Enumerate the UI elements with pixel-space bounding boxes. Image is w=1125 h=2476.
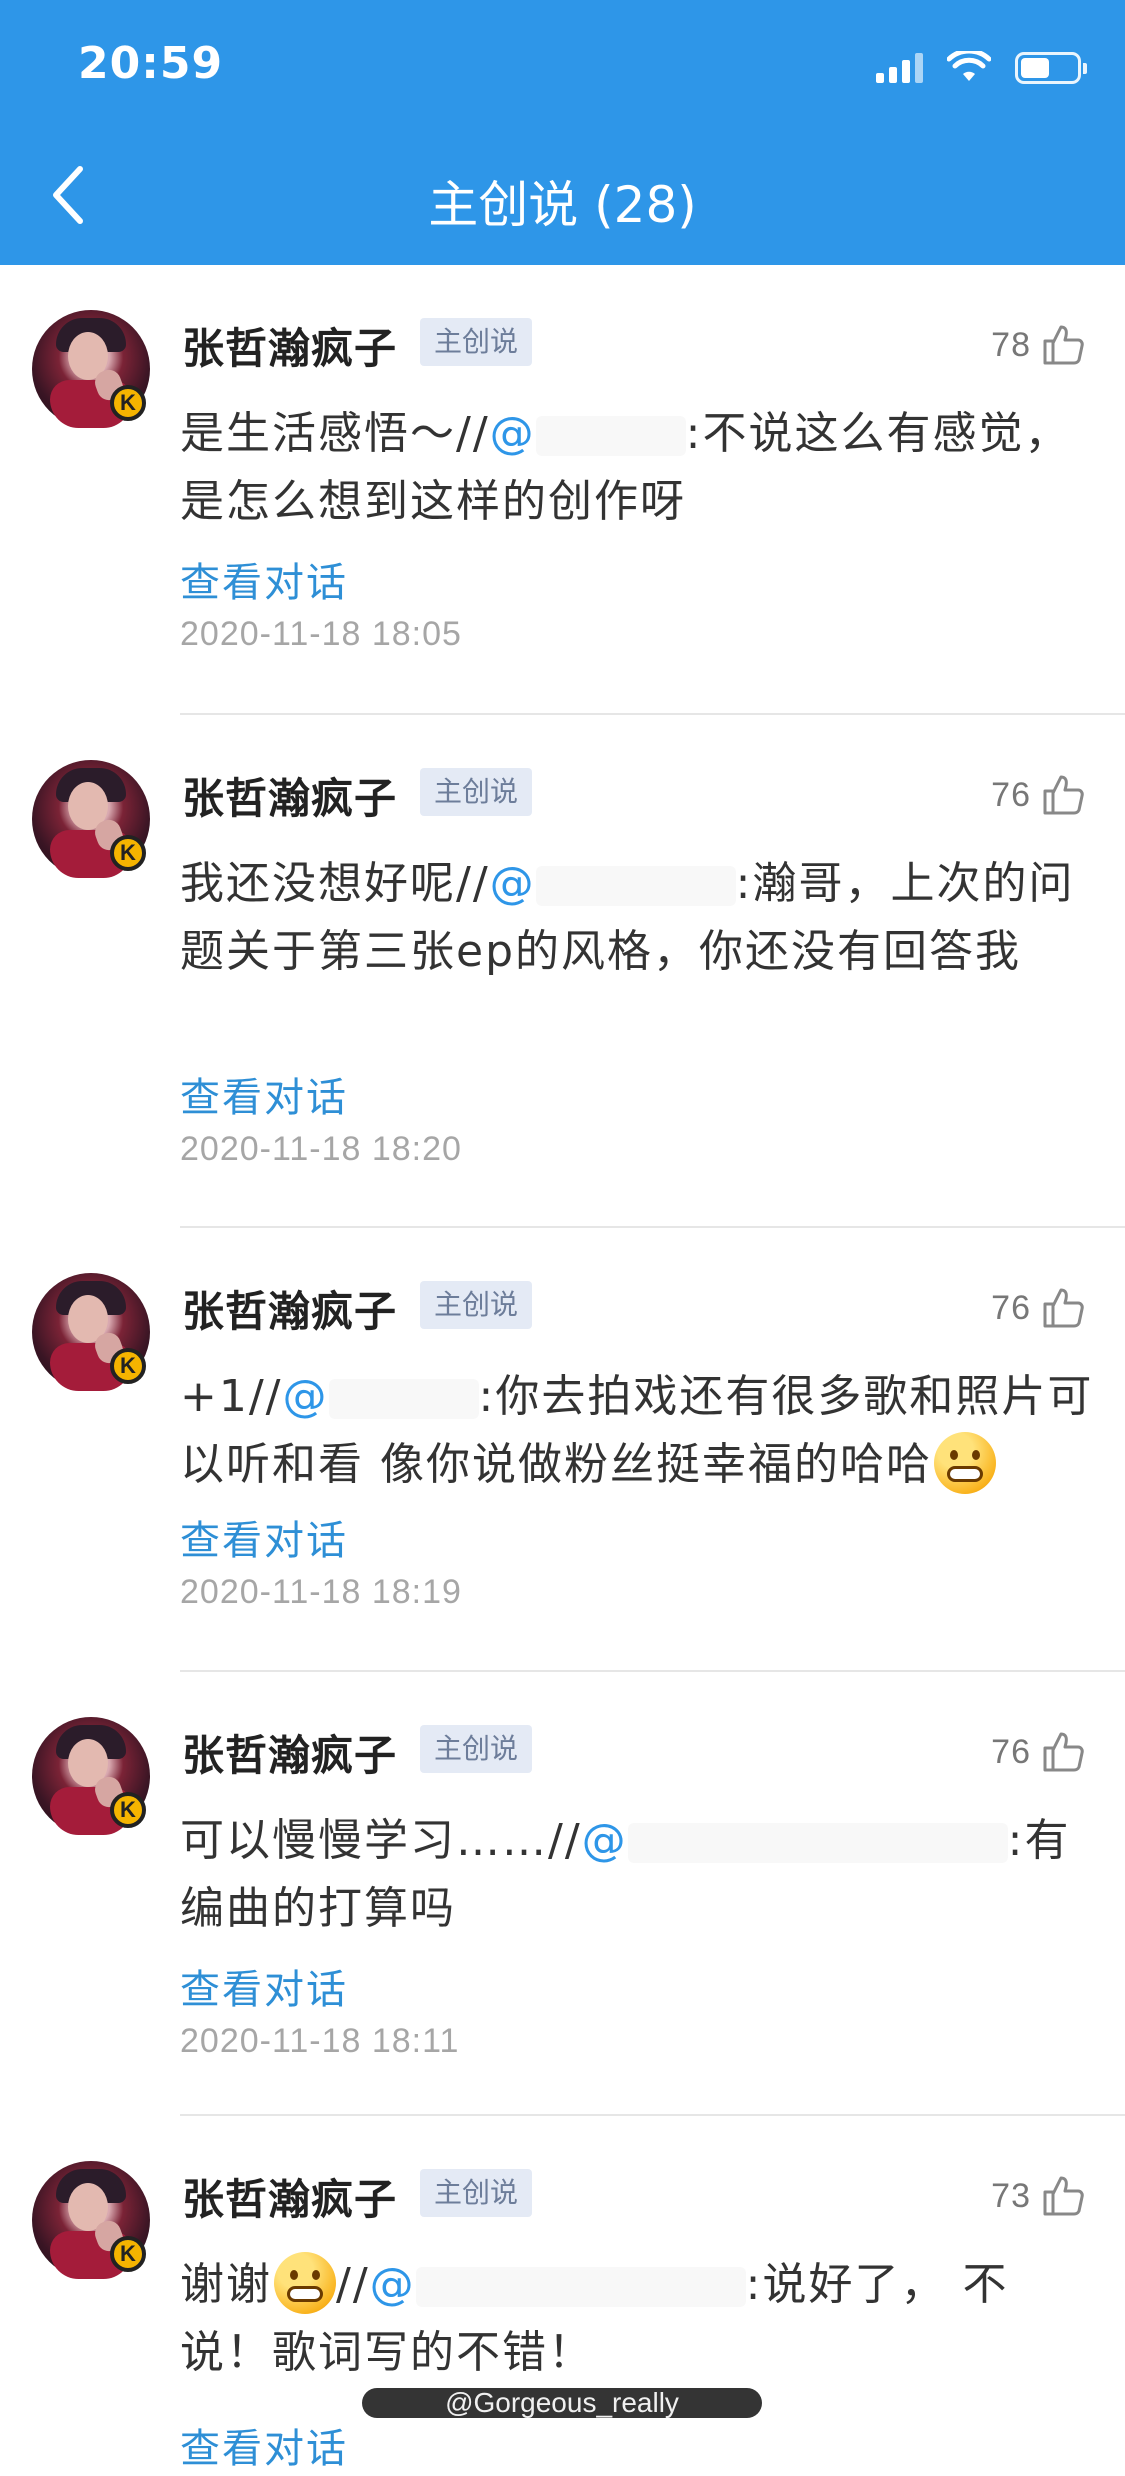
timestamp: 2020-11-18 18:19 <box>180 1573 462 1611</box>
comment-item: K 张哲瀚疯子 主创说 73 谢谢//@:说好了， 不说！歌词写的不错！ 查看对… <box>0 2116 1125 2476</box>
comment-item: K 张哲瀚疯子 主创说 76 我还没想好呢//@:瀚哥，上次的问题关于第三张ep… <box>0 715 1125 1228</box>
comment-feed: K 张哲瀚疯子 主创说 78 是生活感悟～//@:不说这么有感觉，是怎么想到这样… <box>0 265 1125 2476</box>
like-button[interactable]: 76 <box>991 1730 1085 1774</box>
thumbs-up-icon <box>1043 1732 1084 1772</box>
comment-text: 是生活感悟～//@:不说这么有感觉，是怎么想到这样的创作呀 <box>180 408 1071 527</box>
k-badge-icon: K <box>110 835 146 871</box>
like-count: 73 <box>991 2176 1031 2215</box>
redacted-name <box>535 866 736 906</box>
avatar[interactable]: K <box>32 1717 150 1835</box>
redacted-name <box>627 1823 1008 1863</box>
comment-text: 谢谢//@:说好了， 不说！歌词写的不错！ <box>180 2251 1095 2387</box>
like-count: 76 <box>991 775 1031 814</box>
like-button[interactable]: 76 <box>991 1286 1085 1330</box>
avatar[interactable]: K <box>32 310 150 428</box>
view-conversation-link[interactable]: 查看对话 <box>180 1065 348 1123</box>
signal-icon <box>876 53 923 83</box>
comment-text: +1//@:你去拍戏还有很多歌和照片可以听和看 像你说做粉丝挺幸福的哈哈 <box>180 1363 1095 1499</box>
like-button[interactable]: 76 <box>991 773 1085 817</box>
like-count: 76 <box>991 1288 1031 1327</box>
view-conversation-link[interactable]: 查看对话 <box>180 550 348 608</box>
grin-emoji-icon <box>934 1432 996 1494</box>
comment-item: K 张哲瀚疯子 主创说 76 +1//@:你去拍戏还有很多歌和照片可以听和看 像… <box>0 1228 1125 1672</box>
status-time: 20:59 <box>78 38 224 89</box>
username[interactable]: 张哲瀚疯子 <box>182 1278 397 1339</box>
k-badge-icon: K <box>110 1792 146 1828</box>
like-button[interactable]: 78 <box>991 323 1085 367</box>
username[interactable]: 张哲瀚疯子 <box>182 2166 397 2227</box>
top-bar: 20:59 主创说 (28) <box>0 0 1125 265</box>
thumbs-up-icon <box>1043 1288 1084 1328</box>
view-conversation-link[interactable]: 查看对话 <box>180 1957 348 2015</box>
wifi-icon <box>947 51 991 81</box>
avatar[interactable]: K <box>32 1273 150 1391</box>
grin-emoji-icon <box>274 2252 336 2314</box>
creator-tag: 主创说 <box>420 1281 533 1329</box>
thumbs-up-icon <box>1043 2176 1084 2216</box>
timestamp: 2020-11-18 18:11 <box>180 2022 460 2060</box>
status-icons <box>876 48 1087 88</box>
creator-tag: 主创说 <box>420 768 533 816</box>
avatar[interactable]: K <box>32 760 150 878</box>
mention-link[interactable]: @ <box>490 858 536 909</box>
thumbs-up-icon <box>1043 775 1084 815</box>
page-title: 主创说 (28) <box>428 176 697 234</box>
k-badge-icon: K <box>110 385 146 421</box>
battery-icon <box>1015 52 1087 84</box>
like-button[interactable]: 73 <box>991 2174 1085 2218</box>
view-conversation-link[interactable]: 查看对话 <box>180 2416 348 2474</box>
timestamp: 2020-11-18 18:20 <box>180 1130 462 1168</box>
mention-link[interactable]: @ <box>283 1371 329 1422</box>
comment-text: 我还没想好呢//@:瀚哥，上次的问题关于第三张ep的风格，你还没有回答我 <box>180 858 1075 977</box>
watermark: @Gorgeous_really <box>362 2388 762 2418</box>
mention-link[interactable]: @ <box>370 2259 416 2310</box>
redacted-name <box>328 1379 479 1419</box>
thumbs-up-icon <box>1043 325 1084 365</box>
mention-link[interactable]: @ <box>582 1815 628 1866</box>
like-count: 76 <box>991 1732 1031 1771</box>
creator-tag: 主创说 <box>420 318 533 366</box>
redacted-name <box>535 416 686 456</box>
creator-tag: 主创说 <box>420 2169 533 2217</box>
username[interactable]: 张哲瀚疯子 <box>182 765 397 826</box>
view-conversation-link[interactable]: 查看对话 <box>180 1508 348 1566</box>
timestamp: 2020-11-18 18:05 <box>180 615 462 653</box>
comment-item: K 张哲瀚疯子 主创说 78 是生活感悟～//@:不说这么有感觉，是怎么想到这样… <box>0 265 1125 715</box>
comment-text: 可以慢慢学习……//@:有编曲的打算吗 <box>180 1815 1071 1934</box>
username[interactable]: 张哲瀚疯子 <box>182 315 397 376</box>
redacted-name <box>415 2267 746 2307</box>
comment-item: K 张哲瀚疯子 主创说 76 可以慢慢学习……//@:有编曲的打算吗 查看对话 … <box>0 1672 1125 2116</box>
creator-tag: 主创说 <box>420 1725 533 1773</box>
avatar[interactable]: K <box>32 2161 150 2279</box>
mention-link[interactable]: @ <box>490 408 536 459</box>
k-badge-icon: K <box>110 1348 146 1384</box>
like-count: 78 <box>991 325 1031 364</box>
k-badge-icon: K <box>110 2236 146 2272</box>
username[interactable]: 张哲瀚疯子 <box>182 1722 397 1783</box>
